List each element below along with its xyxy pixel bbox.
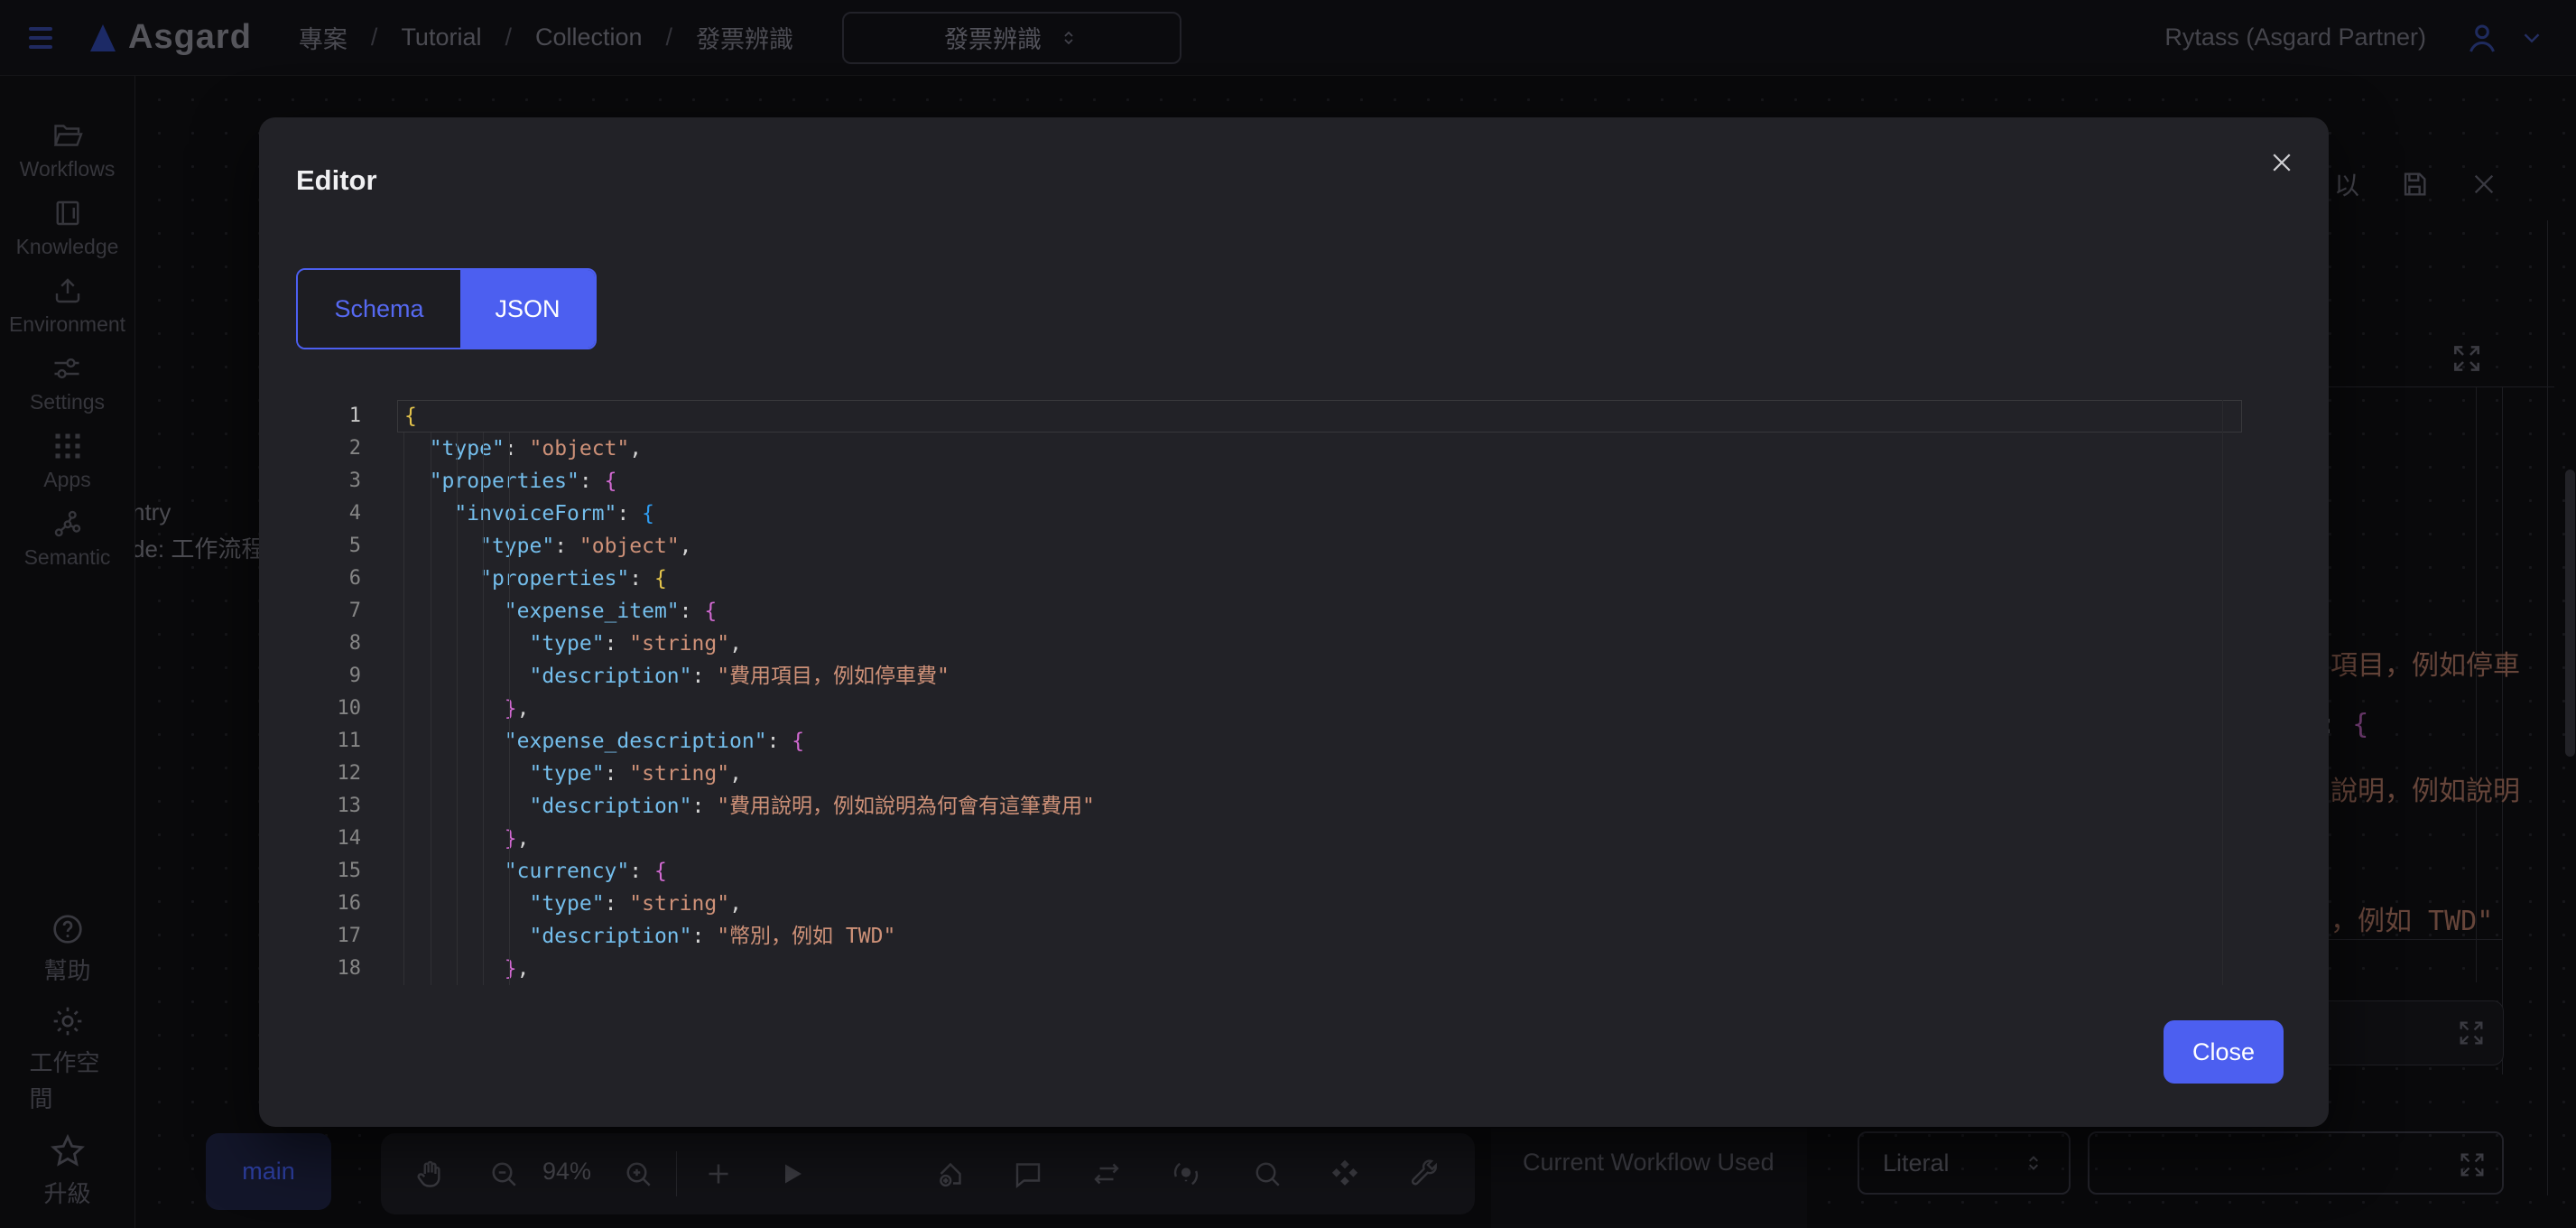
expand-icon[interactable]: [2457, 1149, 2488, 1180]
sidebar-item-workspace[interactable]: 工作空間: [30, 1003, 106, 1118]
editor-tabs: Schema JSON: [296, 268, 597, 349]
panel-border: [2476, 386, 2477, 982]
expand-icon[interactable]: [2450, 341, 2484, 376]
code-lines: 1{2 "type": "object",3 "properties": {4 …: [274, 400, 2278, 985]
node-title-fragment: ntry: [132, 498, 171, 526]
sidebar-item-semantic[interactable]: Semantic: [24, 507, 111, 570]
branch-button[interactable]: main: [206, 1133, 331, 1210]
workflow-select-value: 發票辨識: [944, 20, 1042, 55]
modal-title: Editor: [296, 164, 377, 197]
breadcrumb-separator: /: [371, 23, 378, 51]
sidebar: Workflows Knowledge Environment Settings…: [0, 76, 135, 1228]
swap-arrows-icon[interactable]: [1090, 1158, 1123, 1190]
canvas-toolbar: 94%: [381, 1133, 1475, 1214]
book-icon: [51, 197, 84, 229]
chevron-down-icon[interactable]: [2518, 24, 2545, 51]
value-input[interactable]: [2088, 1131, 2504, 1195]
network-icon: [51, 507, 84, 540]
top-bar: Asgard 專案 / Tutorial / Collection / 發票辨識…: [0, 0, 2576, 76]
indent-guide: [403, 433, 404, 985]
toolbar-divider: [676, 1151, 677, 1196]
question-circle-icon: [50, 911, 86, 947]
sidebar-item-workflows[interactable]: Workflows: [20, 119, 116, 181]
app-window: ntry de: 工作流程 以 用項目，例如停車 ": { 用說明，例如說明 別…: [0, 0, 2576, 1228]
breadcrumb-separator: /: [505, 23, 512, 51]
zoom-in-icon[interactable]: [622, 1158, 654, 1190]
search-icon[interactable]: [1251, 1158, 1283, 1190]
code-fragment: 別，例如 TWD": [2303, 898, 2493, 938]
breadcrumb-tutorial[interactable]: Tutorial: [401, 23, 481, 51]
asgard-logo-icon: [90, 24, 116, 51]
updown-icon: [1058, 27, 1080, 49]
sidebar-item-help[interactable]: 幫助: [30, 911, 106, 989]
type-select-value: Literal: [1883, 1149, 1950, 1177]
code-fragment: 用說明，例如說明: [2303, 768, 2520, 808]
indent-guide: [483, 433, 484, 985]
wrench-icon[interactable]: [1408, 1158, 1441, 1190]
type-select[interactable]: Literal: [1858, 1131, 2071, 1195]
breadcrumb-collection[interactable]: Collection: [535, 23, 643, 51]
background-field-panel: [2311, 1000, 2504, 1065]
star-icon: [49, 1132, 87, 1170]
current-workflow-label: Current Workflow Used: [1523, 1149, 1774, 1177]
home-add-icon[interactable]: [934, 1158, 967, 1190]
sidebar-item-environment[interactable]: Environment: [9, 274, 125, 337]
breadcrumb-separator: /: [666, 23, 673, 51]
tab-schema[interactable]: Schema: [298, 270, 460, 348]
panel-title-fragment: 以: [2334, 166, 2359, 202]
sidebar-item-settings[interactable]: Settings: [30, 352, 105, 414]
folder-open-icon: [51, 119, 84, 152]
brand-name: Asgard: [128, 18, 252, 57]
sidebar-item-upgrade[interactable]: 升級: [30, 1132, 106, 1212]
sidebar-item-knowledge[interactable]: Knowledge: [16, 197, 119, 259]
editor-scrollbar-edge: [2222, 400, 2223, 985]
workflow-select[interactable]: 發票辨識: [842, 12, 1181, 64]
updown-icon: [2022, 1151, 2045, 1175]
add-icon[interactable]: [702, 1158, 735, 1190]
panel-divider: [2311, 386, 2554, 387]
indent-guide: [509, 433, 510, 985]
grid-icon: [51, 430, 84, 462]
panel-border: [2547, 220, 2548, 1195]
gear-icon: [50, 1003, 86, 1039]
tab-json[interactable]: JSON: [460, 270, 595, 348]
run-icon[interactable]: [774, 1158, 807, 1190]
zoom-level: 94%: [533, 1158, 601, 1186]
panel-divider: [2311, 939, 2502, 940]
sliders-icon: [51, 352, 83, 385]
save-icon[interactable]: [2399, 169, 2430, 200]
user-icon[interactable]: [2464, 20, 2500, 56]
locate-refresh-icon[interactable]: [1170, 1158, 1202, 1190]
menu-icon[interactable]: [29, 20, 65, 56]
zoom-out-icon[interactable]: [487, 1158, 520, 1190]
close-icon[interactable]: [2268, 143, 2308, 182]
editor-modal: Editor Schema JSON 1{2 "type": "object",…: [259, 117, 2329, 1127]
breadcrumb-project[interactable]: 專案: [299, 20, 347, 55]
breadcrumb-current[interactable]: 發票辨識: [696, 20, 793, 55]
code-fragment: 用項目，例如停車: [2303, 643, 2520, 683]
panel-border: [2502, 386, 2503, 1074]
breadcrumb: 專案 / Tutorial / Collection / 發票辨識: [299, 20, 793, 55]
sidebar-item-apps[interactable]: Apps: [43, 430, 90, 492]
node-subtitle-fragment: de: 工作流程: [132, 531, 264, 564]
indent-guide: [457, 433, 458, 985]
account-name: Rytass (Asgard Partner): [2164, 23, 2426, 51]
expand-icon[interactable]: [2456, 1018, 2487, 1048]
scrollbar-thumb[interactable]: [2565, 470, 2575, 757]
close-icon[interactable]: [2469, 170, 2498, 199]
field-panel: [1491, 1129, 1807, 1228]
current-line-highlight: [397, 400, 2242, 433]
diamonds-icon[interactable]: [1329, 1158, 1361, 1190]
upload-icon: [51, 274, 84, 307]
pan-hand-icon[interactable]: [413, 1158, 446, 1190]
json-editor[interactable]: 1{2 "type": "object",3 "properties": {4 …: [274, 400, 2278, 985]
comment-icon[interactable]: [1012, 1158, 1044, 1190]
background-panel-header: 以: [2334, 166, 2498, 202]
close-button[interactable]: Close: [2164, 1020, 2284, 1084]
